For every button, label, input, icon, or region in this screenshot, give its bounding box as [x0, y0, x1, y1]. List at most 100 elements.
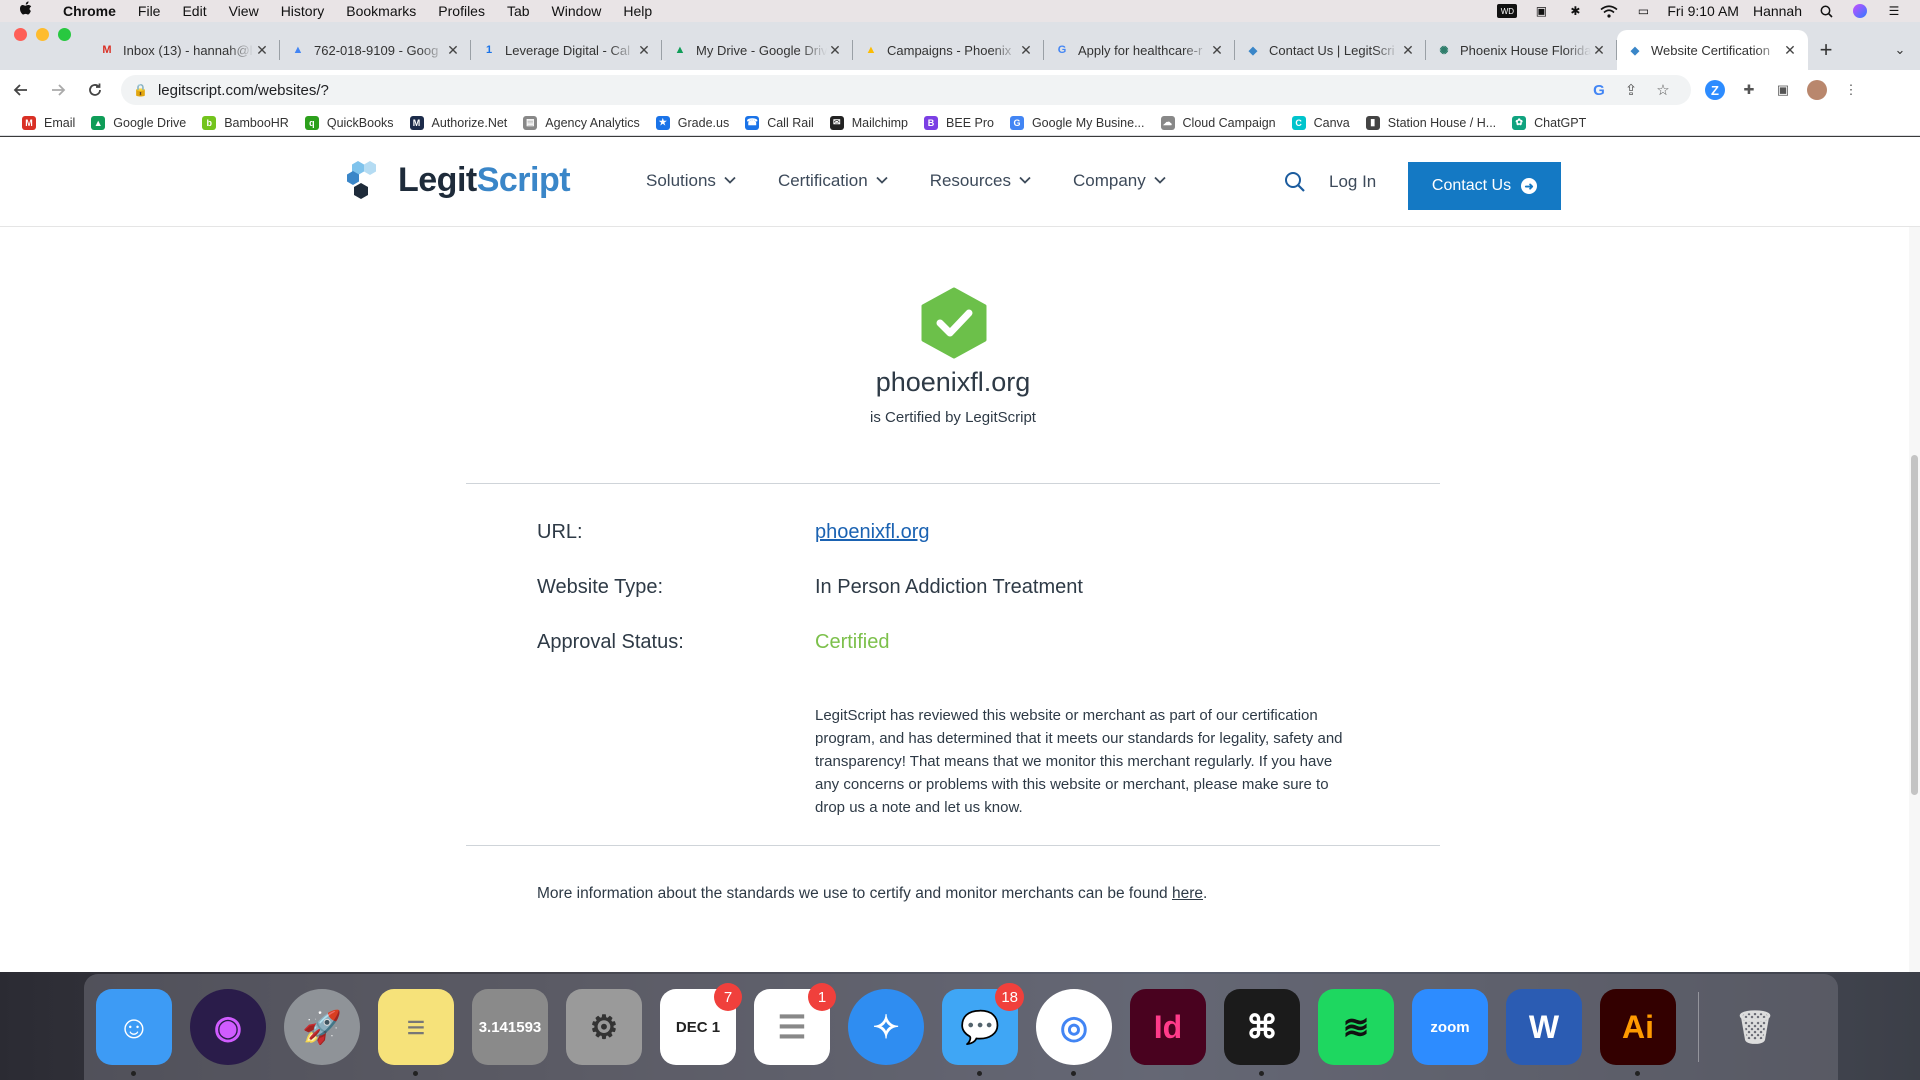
- bookmark-item[interactable]: G Google My Busine...: [1002, 115, 1153, 130]
- menu-edit[interactable]: Edit: [171, 3, 217, 19]
- indesign-icon[interactable]: Id: [1130, 989, 1206, 1065]
- spotify-icon[interactable]: ≋: [1318, 989, 1394, 1065]
- apple-menu-icon[interactable]: [0, 0, 52, 22]
- nav-solutions[interactable]: Solutions: [646, 171, 736, 191]
- close-tab-icon[interactable]: ✕: [636, 42, 652, 59]
- zoom-extension-icon[interactable]: Z: [1705, 80, 1725, 100]
- siri-icon[interactable]: ◉: [190, 989, 266, 1065]
- forward-button[interactable]: [42, 74, 74, 106]
- menu-file[interactable]: File: [127, 3, 172, 19]
- close-tab-icon[interactable]: ✕: [1400, 42, 1416, 59]
- messages-icon[interactable]: 💬 18: [942, 983, 1024, 1076]
- puzzle-extensions-icon[interactable]: ✚: [1739, 80, 1759, 100]
- more-menu-icon[interactable]: ⋮: [1841, 80, 1861, 100]
- menu-view[interactable]: View: [218, 3, 270, 19]
- browser-tab[interactable]: ✺ Phoenix House Florida ✕: [1426, 30, 1617, 70]
- menu-history[interactable]: History: [270, 3, 336, 19]
- bluetooth-icon[interactable]: ✱: [1565, 4, 1585, 18]
- menu-window[interactable]: Window: [541, 3, 613, 19]
- spotlight-icon[interactable]: [1816, 4, 1836, 18]
- bookmark-item[interactable]: ✉ Mailchimp: [822, 115, 916, 130]
- google-translate-icon[interactable]: G: [1583, 82, 1615, 99]
- bookmark-item[interactable]: ☎ Call Rail: [737, 115, 822, 130]
- browser-tab[interactable]: ▲ My Drive - Google Driv ✕: [662, 30, 853, 70]
- menu-profiles[interactable]: Profiles: [427, 3, 496, 19]
- wifi-icon[interactable]: [1599, 4, 1619, 18]
- screen-icon[interactable]: ▣: [1531, 4, 1551, 18]
- finder-icon[interactable]: ☺: [96, 989, 172, 1076]
- close-tab-icon[interactable]: ✕: [1782, 42, 1798, 59]
- bookmark-item[interactable]: ★ Grade.us: [648, 115, 737, 130]
- bookmark-item[interactable]: B BEE Pro: [916, 115, 1002, 130]
- legitscript-logo[interactable]: LegitScript: [344, 155, 571, 205]
- calendar-icon[interactable]: DEC 1 7: [660, 983, 742, 1065]
- menubar-user[interactable]: Hannah: [1753, 3, 1802, 19]
- site-search-button[interactable]: [1282, 169, 1308, 195]
- bookmark-item[interactable]: ✿ ChatGPT: [1504, 115, 1594, 130]
- close-tab-icon[interactable]: ✕: [1591, 42, 1607, 59]
- menu-app-name[interactable]: Chrome: [52, 3, 127, 19]
- illustrator-icon[interactable]: Ai: [1600, 989, 1676, 1076]
- nav-resources[interactable]: Resources: [930, 171, 1031, 191]
- bookmark-star-icon[interactable]: ☆: [1647, 81, 1679, 99]
- bookmark-item[interactable]: ▲ Google Drive: [83, 115, 194, 130]
- address-bar-url[interactable]: legitscript.com/websites/?: [158, 82, 1583, 99]
- side-panel-icon[interactable]: ▣: [1773, 80, 1793, 100]
- menubar-clock[interactable]: Fri 9:10 AM: [1667, 3, 1739, 19]
- menu-tab[interactable]: Tab: [496, 3, 541, 19]
- calculator-icon[interactable]: 3.141593: [472, 989, 548, 1065]
- nav-certification[interactable]: Certification: [778, 171, 888, 191]
- close-tab-icon[interactable]: ✕: [254, 42, 270, 59]
- login-link[interactable]: Log In: [1329, 172, 1376, 192]
- browser-tab[interactable]: ▲ 762-018-9109 - Goog ✕: [280, 30, 471, 70]
- browser-tab[interactable]: ◆ Website Certification ✕: [1617, 30, 1808, 70]
- more-info-here-link[interactable]: here: [1172, 885, 1203, 902]
- url-link[interactable]: phoenixfl.org: [815, 521, 930, 544]
- reminders-icon[interactable]: ☰ 1: [754, 983, 836, 1065]
- close-tab-icon[interactable]: ✕: [827, 42, 843, 59]
- close-tab-icon[interactable]: ✕: [445, 42, 461, 59]
- minimize-window-button[interactable]: [36, 27, 49, 41]
- bookmark-item[interactable]: ☁ Cloud Campaign: [1153, 115, 1284, 130]
- close-tab-icon[interactable]: ✕: [1018, 42, 1034, 59]
- bookmark-item[interactable]: C Canva: [1284, 115, 1358, 130]
- nav-company[interactable]: Company: [1073, 171, 1166, 191]
- browser-tab[interactable]: ◆ Contact Us | LegitScri ✕: [1235, 30, 1426, 70]
- zoom-window-button[interactable]: [58, 27, 71, 41]
- browser-tab[interactable]: ▲ Campaigns - Phoenix ✕: [853, 30, 1044, 70]
- back-button[interactable]: [5, 74, 37, 106]
- browser-tab[interactable]: 1 Leverage Digital - Cal ✕: [471, 30, 662, 70]
- safari-icon[interactable]: ✧: [848, 989, 924, 1065]
- close-tab-icon[interactable]: ✕: [1209, 42, 1225, 59]
- airplay-icon[interactable]: ▭: [1633, 4, 1653, 18]
- launchpad-icon[interactable]: 🚀: [284, 989, 360, 1065]
- siri-menubar-icon[interactable]: [1850, 4, 1870, 18]
- bookmark-item[interactable]: ▮ Station House / H...: [1358, 115, 1504, 130]
- bookmark-item[interactable]: ▤ Agency Analytics: [515, 115, 648, 130]
- bookmark-item[interactable]: M Email: [14, 115, 83, 130]
- lock-icon[interactable]: 🔒: [133, 83, 148, 97]
- page-scrollbar[interactable]: [1909, 227, 1920, 972]
- menu-bookmarks[interactable]: Bookmarks: [335, 3, 427, 19]
- trash-icon[interactable]: 🗑: [1717, 989, 1793, 1065]
- bookmark-item[interactable]: b BambooHR: [194, 115, 297, 130]
- page-scrollbar-thumb[interactable]: [1911, 455, 1918, 795]
- notes-icon[interactable]: ≡: [378, 989, 454, 1076]
- close-window-button[interactable]: [14, 27, 27, 41]
- control-center-icon[interactable]: ☰: [1884, 4, 1904, 18]
- contact-us-button[interactable]: Contact Us ➜: [1408, 162, 1561, 210]
- share-icon[interactable]: ⇪: [1615, 81, 1647, 99]
- bookmark-item[interactable]: M Authorize.Net: [402, 115, 516, 130]
- browser-tab[interactable]: M Inbox (13) - hannah@l ✕: [89, 30, 280, 70]
- zoom-icon[interactable]: zoom: [1412, 989, 1488, 1065]
- chrome-icon[interactable]: ◎: [1036, 989, 1112, 1076]
- reload-button[interactable]: [79, 74, 111, 106]
- browser-tab[interactable]: G Apply for healthcare-r ✕: [1044, 30, 1235, 70]
- tab-search-chevron-icon[interactable]: ⌄: [1880, 30, 1920, 70]
- new-tab-button[interactable]: +: [1808, 30, 1844, 70]
- menu-help[interactable]: Help: [612, 3, 663, 19]
- profile-avatar[interactable]: [1807, 80, 1827, 100]
- address-bar[interactable]: 🔒 legitscript.com/websites/? G ⇪ ☆: [121, 75, 1691, 105]
- word-icon[interactable]: W: [1506, 989, 1582, 1065]
- bookmark-item[interactable]: q QuickBooks: [297, 115, 402, 130]
